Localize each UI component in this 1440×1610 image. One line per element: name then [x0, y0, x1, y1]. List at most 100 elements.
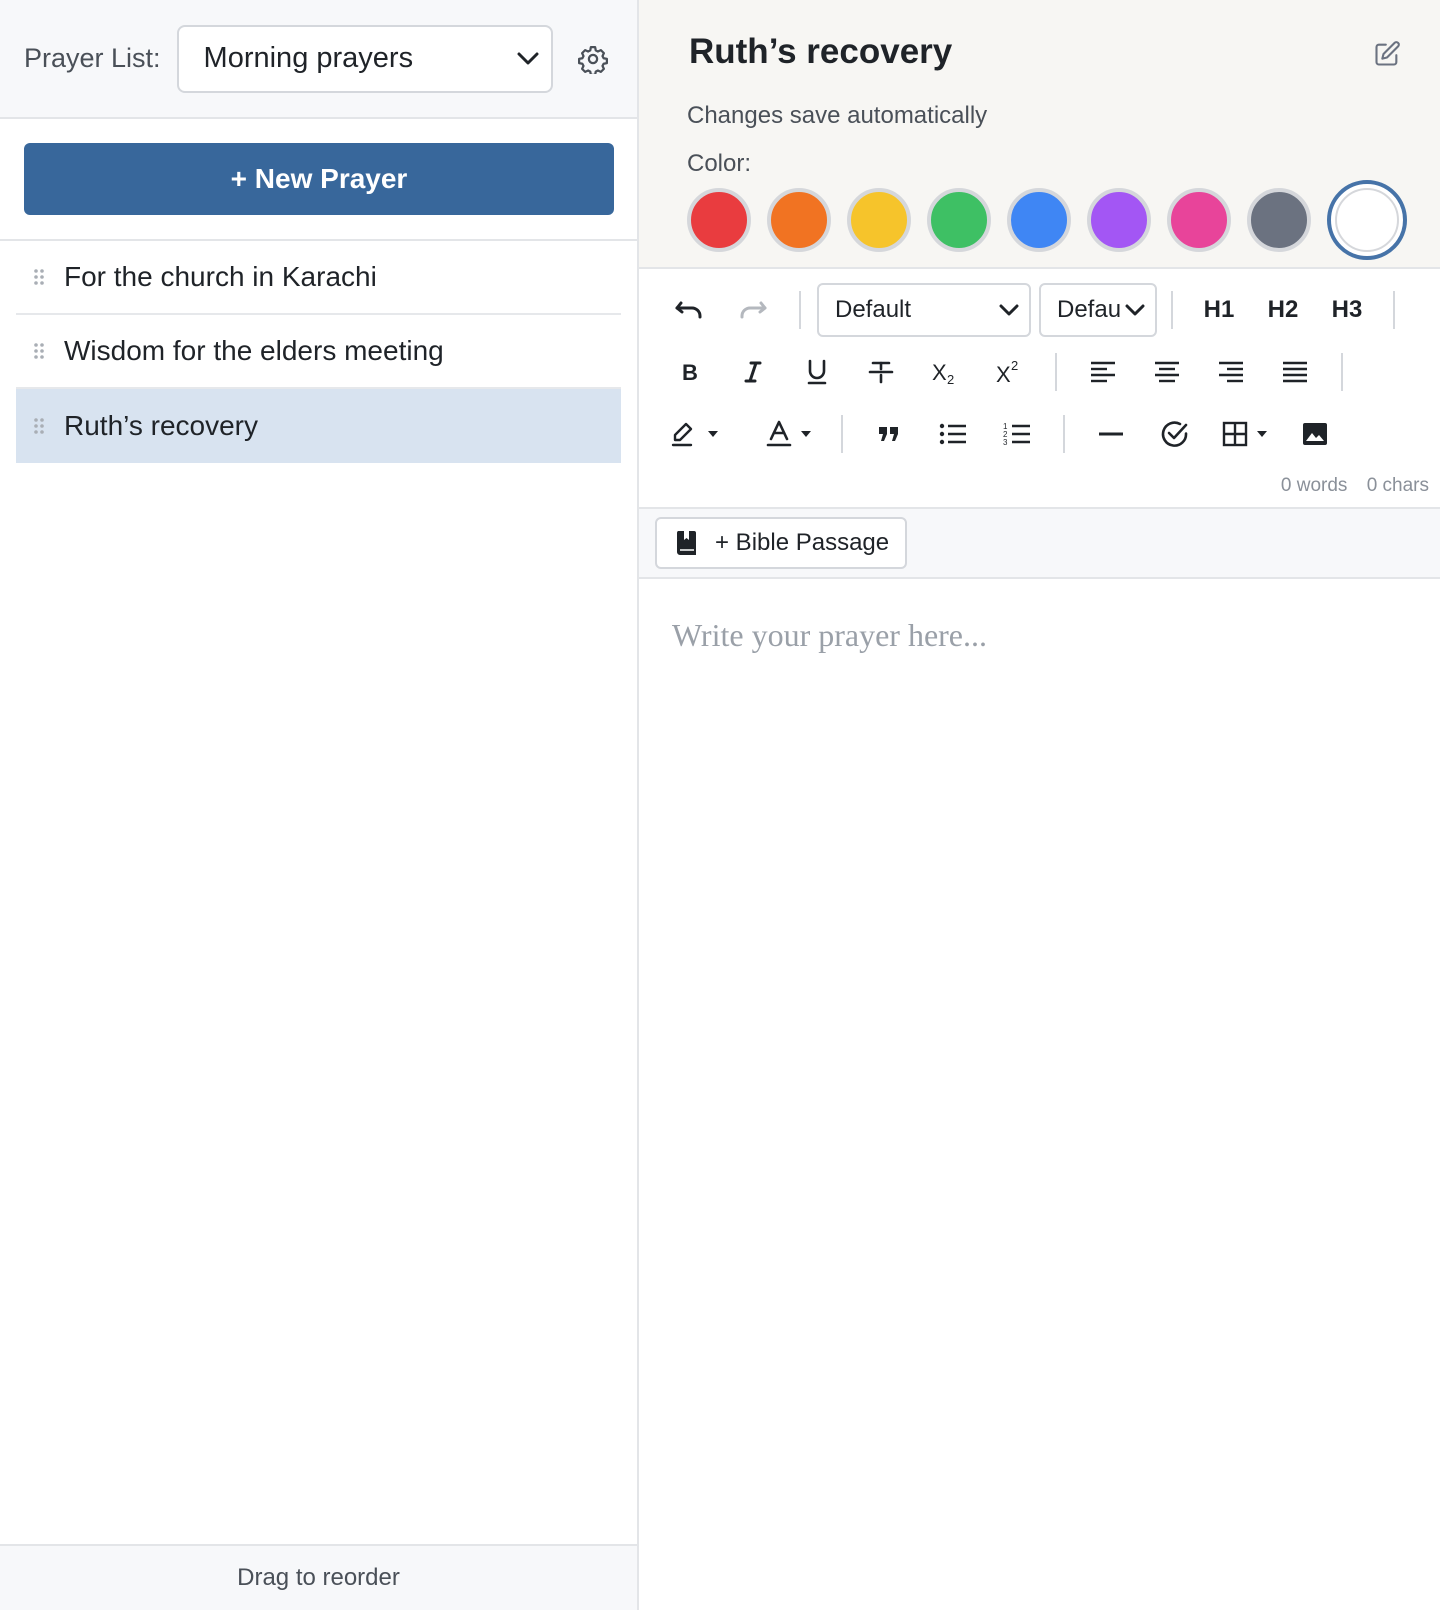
bold-icon: B — [682, 360, 698, 384]
numbered-list-icon: 123 — [1003, 422, 1030, 446]
color-swatch-orange[interactable] — [767, 188, 831, 252]
passage-bar: + Bible Passage — [639, 509, 1440, 579]
align-left-button[interactable] — [1071, 346, 1135, 398]
undo-button[interactable] — [657, 284, 721, 336]
editor-toolbar: Default Defau H1 H2 H3 B X 2 X 2 1 2 3 0… — [639, 269, 1440, 509]
toolbar-row: 123 — [657, 403, 1437, 465]
chevron-down-icon — [999, 304, 1019, 316]
list-item-title: For the church in Karachi — [64, 261, 377, 292]
add-bible-passage-button[interactable]: + Bible Passage — [655, 517, 908, 569]
drag-handle-icon[interactable] — [32, 341, 48, 361]
editor-placeholder: Write your prayer here... — [672, 617, 987, 653]
prayer-list-panel: Prayer List: Morning prayers + New Praye… — [0, 0, 639, 1610]
prayer-list: For the church in Karachi Wisdom for the… — [0, 241, 637, 463]
list-item[interactable]: For the church in Karachi — [16, 241, 621, 315]
subscript-button[interactable]: X2 — [913, 346, 977, 398]
table-icon — [1222, 421, 1248, 447]
text-color-button[interactable] — [751, 408, 827, 460]
italic-button[interactable] — [721, 346, 785, 398]
new-prayer-area: + New Prayer — [0, 119, 637, 241]
checklist-button[interactable] — [1143, 408, 1207, 460]
svg-text:B: B — [682, 360, 698, 384]
color-swatch-blue[interactable] — [1007, 188, 1071, 252]
drag-handle-icon[interactable] — [32, 267, 48, 287]
color-label: Color: — [687, 150, 752, 177]
autosave-note: Changes save automatically — [687, 102, 988, 129]
color-swatch-pink[interactable] — [1167, 188, 1231, 252]
subscript-icon: X2 — [932, 360, 954, 385]
word-char-counts: 0 words 0 chars — [1267, 475, 1429, 497]
underline-button[interactable] — [785, 346, 849, 398]
font-size-select[interactable]: Defau — [1039, 283, 1157, 337]
prayer-editor-panel: Ruth’s recovery Changes save automatical… — [639, 0, 1440, 1610]
color-swatch-green[interactable] — [927, 188, 991, 252]
prayer-text-editor[interactable]: Write your prayer here... — [639, 579, 1440, 654]
edit-icon[interactable] — [1373, 40, 1401, 68]
prayer-list-select[interactable]: Morning prayers — [176, 24, 553, 93]
svg-text:3: 3 — [1003, 438, 1008, 446]
list-item-selected[interactable]: Ruth’s recovery — [16, 389, 621, 463]
toolbar-divider — [1055, 353, 1057, 391]
blockquote-icon — [879, 427, 898, 441]
align-center-button[interactable] — [1135, 346, 1199, 398]
heading-2-button[interactable]: H2 — [1251, 284, 1315, 336]
strikethrough-button[interactable] — [849, 346, 913, 398]
chevron-down-icon — [1125, 304, 1145, 316]
blockquote-button[interactable] — [857, 408, 921, 460]
svg-text:2: 2 — [1011, 359, 1018, 373]
italic-icon — [744, 361, 762, 383]
underline-icon — [807, 359, 827, 385]
highlight-icon — [671, 422, 693, 447]
align-justify-button[interactable] — [1263, 346, 1327, 398]
redo-icon — [740, 301, 767, 319]
numbered-list-button[interactable]: 123 — [985, 408, 1049, 460]
list-settings-button[interactable] — [571, 37, 615, 81]
horizontal-rule-button[interactable] — [1079, 408, 1143, 460]
align-right-icon — [1219, 361, 1243, 383]
image-icon — [1303, 423, 1327, 445]
image-button[interactable] — [1283, 408, 1347, 460]
drag-handle-icon[interactable] — [32, 416, 48, 436]
list-item[interactable]: Wisdom for the elders meeting — [16, 315, 621, 389]
chevron-down-icon — [517, 52, 539, 64]
toolbar-divider — [841, 415, 843, 453]
undo-icon — [675, 301, 702, 319]
add-bible-passage-label: + Bible Passage — [715, 529, 890, 556]
highlight-button[interactable] — [657, 408, 733, 460]
prayer-list-selected-value: Morning prayers — [203, 42, 414, 74]
svg-text:2: 2 — [947, 372, 954, 385]
heading-1-button[interactable]: H1 — [1187, 284, 1251, 336]
superscript-button[interactable]: X2 — [977, 346, 1041, 398]
horizontal-rule-icon — [1099, 432, 1123, 436]
align-center-icon — [1155, 361, 1179, 383]
align-right-button[interactable] — [1199, 346, 1263, 398]
toolbar-row: B X2 X2 — [657, 341, 1437, 403]
redo-button[interactable] — [721, 284, 785, 336]
book-icon — [676, 531, 696, 555]
editor-header: Ruth’s recovery Changes save automatical… — [639, 0, 1440, 269]
color-swatch-gray[interactable] — [1247, 188, 1311, 252]
bold-button[interactable]: B — [657, 346, 721, 398]
color-swatch-purple[interactable] — [1087, 188, 1151, 252]
svg-text:X: X — [996, 362, 1011, 385]
align-justify-icon — [1283, 361, 1307, 383]
reorder-hint: Drag to reorder — [0, 1544, 637, 1610]
new-prayer-button[interactable]: + New Prayer — [24, 143, 614, 215]
word-count: 0 words — [1280, 475, 1348, 496]
svg-text:X: X — [932, 360, 947, 385]
bullet-list-button[interactable] — [921, 408, 985, 460]
color-swatch-yellow[interactable] — [847, 188, 911, 252]
toolbar-row: Default Defau H1 H2 H3 — [657, 279, 1437, 341]
color-swatch-white[interactable] — [1327, 180, 1407, 260]
heading-3-button[interactable]: H3 — [1315, 284, 1379, 336]
toolbar-divider — [1063, 415, 1065, 453]
font-size-value: Defau — [1057, 296, 1122, 323]
caret-down-icon — [708, 431, 718, 437]
font-family-select[interactable]: Default — [817, 283, 1031, 337]
table-button[interactable] — [1207, 408, 1283, 460]
color-swatch-red[interactable] — [687, 188, 751, 252]
toolbar-divider — [1393, 291, 1395, 329]
checklist-icon — [1161, 421, 1188, 447]
bullet-list-icon — [939, 423, 966, 445]
toolbar-divider — [1341, 353, 1343, 391]
